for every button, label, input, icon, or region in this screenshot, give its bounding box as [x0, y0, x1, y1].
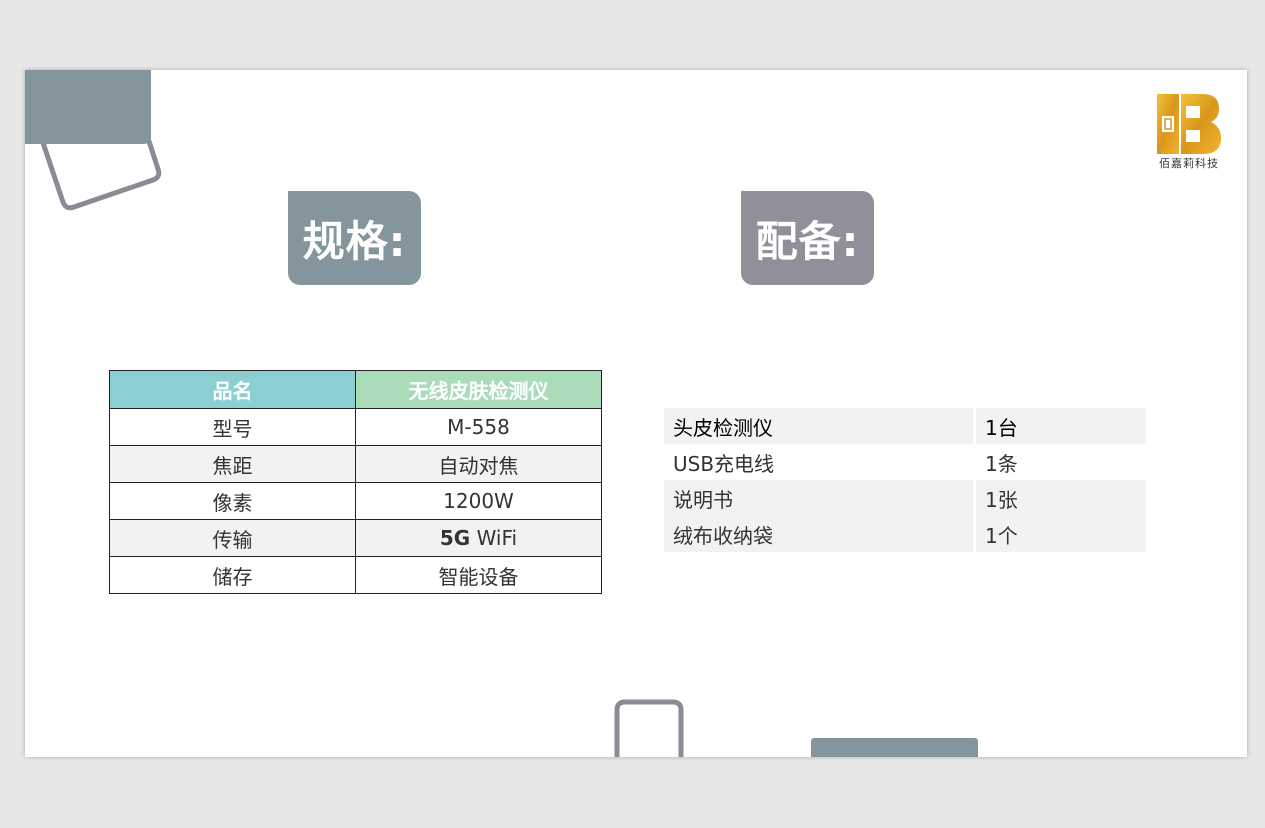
- table-row: 头皮检测仪 1台: [664, 408, 1146, 444]
- accessory-qty: 1条: [973, 444, 1146, 480]
- spec-label: 传输: [109, 519, 356, 557]
- accessory-qty: 1台: [973, 408, 1146, 444]
- bottom-tab: [811, 738, 978, 757]
- table-row: 绒布收纳袋 1个: [664, 516, 1146, 552]
- table-row: USB充电线 1条: [664, 444, 1146, 480]
- spec-value-rest: WiFi: [470, 526, 518, 550]
- spec-label: 储存: [109, 556, 356, 594]
- spec-label: 焦距: [109, 445, 356, 483]
- spec-value: 5G WiFi: [355, 519, 602, 557]
- accessory-name: USB充电线: [673, 451, 775, 476]
- spec-label: 像素: [109, 482, 356, 520]
- spec-header-value: 无线皮肤检测仪: [355, 370, 602, 409]
- table-row: 像素 1200W: [109, 482, 602, 520]
- spec-header-label: 品名: [109, 370, 356, 409]
- bjl-gold-logo-icon: [1157, 94, 1221, 154]
- spec-value: M-558: [355, 408, 602, 446]
- spec-value: 1200W: [355, 482, 602, 520]
- accessory-qty: 1个: [973, 516, 1146, 552]
- table-row: 型号 M-558: [109, 408, 602, 446]
- table-row: 储存 智能设备: [109, 556, 602, 594]
- table-row: 焦距 自动对焦: [109, 445, 602, 483]
- company-logo: 佰嘉莉科技: [1153, 94, 1225, 171]
- logo-text: 佰嘉莉科技: [1159, 157, 1219, 170]
- accessory-qty: 1张: [973, 480, 1146, 516]
- table-row: 传输 5G WiFi: [109, 519, 602, 557]
- slide: 佰嘉莉科技 规格: 配备: 品名 无线皮肤检测仪 型号 M-558 焦距 自动对…: [25, 70, 1247, 757]
- accessories-table: 头皮检测仪 1台 USB充电线 1条 说明书 1张 绒布收纳袋 1个: [664, 408, 1146, 552]
- spec-value: 自动对焦: [355, 445, 602, 483]
- accessories-heading: 配备:: [741, 191, 874, 285]
- spec-table: 品名 无线皮肤检测仪 型号 M-558 焦距 自动对焦 像素 1200W 传输 …: [109, 370, 602, 594]
- accessory-name: 绒布收纳袋: [664, 516, 973, 552]
- spec-heading: 规格:: [288, 191, 421, 285]
- top-left-tab: [25, 70, 151, 144]
- bottom-rounded-square-outline: [614, 699, 684, 757]
- accessory-name: 头皮检测仪: [664, 408, 973, 444]
- spec-label: 型号: [109, 408, 356, 446]
- table-row: 说明书 1张: [664, 480, 1146, 516]
- spec-value-bold: 5G: [439, 526, 471, 550]
- spec-value: 智能设备: [355, 556, 602, 594]
- accessory-name: 说明书: [664, 480, 973, 516]
- spec-table-header: 品名 无线皮肤检测仪: [109, 370, 602, 409]
